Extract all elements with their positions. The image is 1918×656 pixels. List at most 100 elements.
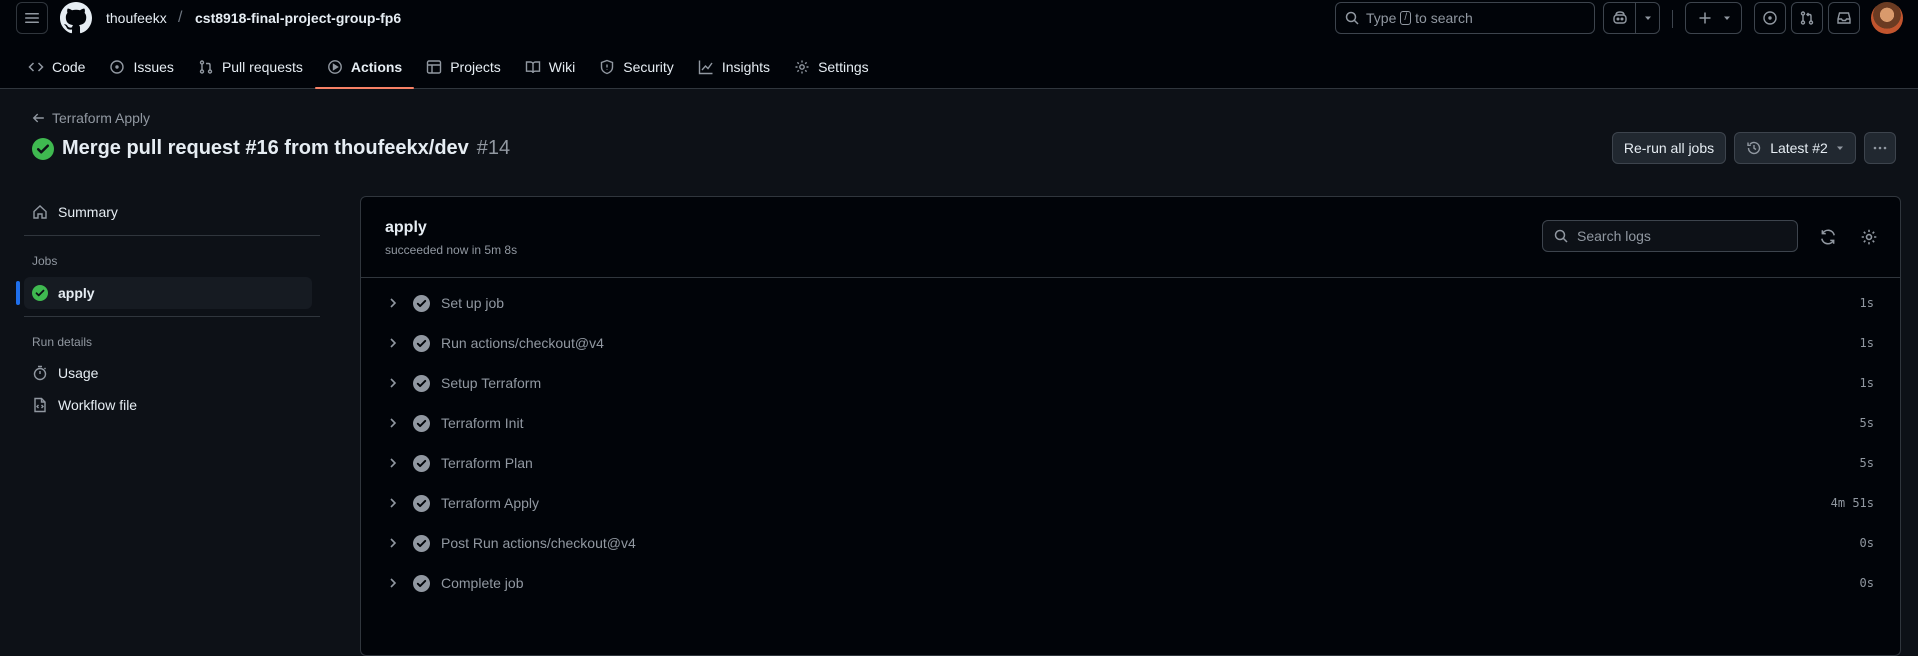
copilot-icon [1613,11,1627,24]
arrow-left-icon [32,113,44,123]
tab-projects[interactable]: Projects [414,49,513,85]
step-row[interactable]: Run actions/checkout@v4 1s [361,323,1900,363]
tab-insights[interactable]: Insights [686,49,782,85]
step-row[interactable]: Terraform Apply 4m 51s [361,483,1900,523]
more-options-button[interactable] [1864,132,1896,164]
run-number: #14 [476,137,511,159]
chevron-right-icon [390,578,397,588]
chevron-right-icon [390,538,397,548]
sidebar-item-job-apply[interactable]: apply [24,277,312,309]
menu-button[interactable] [16,2,48,34]
gear-icon[interactable] [1860,228,1878,246]
issues-button[interactable] [1754,2,1786,34]
code-icon [28,62,44,72]
step-duration: 0s [1859,576,1874,590]
search-shortcut-key: / [1400,11,1412,25]
header-top-row: thoufeekx / cst8918-final-project-group-… [0,0,1918,37]
step-row[interactable]: Terraform Plan 5s [361,443,1900,483]
search-icon [1554,229,1568,243]
sidebar-item-label: Summary [58,204,118,220]
gear-icon [795,60,809,74]
step-duration: 1s [1859,376,1874,390]
check-circle-fill-icon [32,285,48,301]
job-name: apply [385,219,427,236]
run-title-row: Merge pull request #16 from thoufeekx/de… [32,137,510,160]
step-name: Terraform Plan [441,455,533,471]
step-duration: 5s [1859,416,1874,430]
step-name: Setup Terraform [441,375,542,391]
copilot-button[interactable] [1604,3,1637,33]
pull-request-icon [1800,11,1814,25]
sidebar-item-label: apply [58,285,95,301]
book-icon [525,61,540,74]
check-circle-fill-icon [413,294,430,312]
owner-link[interactable]: thoufeekx [106,10,167,26]
pull-requests-button[interactable] [1791,2,1823,34]
tab-code[interactable]: Code [16,49,97,85]
step-row[interactable]: Setup Terraform 1s [361,363,1900,403]
selected-indicator [16,281,20,305]
tab-settings[interactable]: Settings [782,49,881,85]
check-circle-fill-icon [413,414,430,432]
inbox-button[interactable] [1828,2,1860,34]
page-title: Merge pull request #16 from thoufeekx/de… [62,137,469,159]
stopwatch-icon [33,365,47,381]
step-row[interactable]: Post Run actions/checkout@v4 0s [361,523,1900,563]
job-status: succeeded now in 5m 8s [385,243,518,257]
attempt-selector[interactable]: Latest #2 [1734,132,1856,164]
step-name: Terraform Init [441,415,524,431]
search-logs-input[interactable]: Search logs [1542,220,1798,252]
step-name: Set up job [441,295,505,311]
chevron-right-icon [390,418,397,428]
check-circle-fill-icon [413,534,430,552]
step-row[interactable]: Complete job 0s [361,563,1900,603]
copilot-button-group [1603,2,1660,34]
search-prefix: Type [1366,10,1397,26]
back-to-workflow-link[interactable]: Terraform Apply [32,110,150,126]
tab-issues[interactable]: Issues [97,49,185,85]
user-avatar[interactable] [1871,2,1903,34]
sidebar-item-summary[interactable]: Summary [24,196,312,228]
sidebar-heading-run-details: Run details [32,335,93,349]
sidebar-item-usage[interactable]: Usage [24,357,312,389]
repo-link[interactable]: cst8918-final-project-group-fp6 [195,10,401,26]
repo-tabs: Code Issues Pull requests Actions Projec… [16,49,881,89]
caret-down-icon [1836,146,1843,150]
step-duration: 1s [1859,296,1874,310]
global-search[interactable]: Type / to search [1335,2,1595,34]
step-row[interactable]: Terraform Init 5s [361,403,1900,443]
back-link-label: Terraform Apply [52,110,151,126]
tab-wiki[interactable]: Wiki [513,49,587,85]
step-name: Post Run actions/checkout@v4 [441,535,636,551]
inbox-icon [1837,12,1851,24]
path-separator: / [178,9,183,26]
sync-icon[interactable] [1819,228,1837,246]
home-icon [33,205,47,219]
sidebar-divider [24,235,320,236]
shield-icon [601,59,614,75]
table-icon [427,60,442,74]
step-name: Complete job [441,575,524,591]
github-logo-icon[interactable] [60,2,92,34]
issue-icon [110,60,125,74]
sidebar-item-workflow-file[interactable]: Workflow file [24,389,312,421]
tab-label: Issues [133,59,174,75]
chevron-right-icon [390,378,397,388]
check-circle-fill-icon [32,137,54,160]
step-duration: 0s [1859,536,1874,550]
tab-security[interactable]: Security [587,49,686,85]
check-circle-fill-icon [413,454,430,472]
tab-pull-requests[interactable]: Pull requests [186,49,315,85]
tab-actions[interactable]: Actions [314,49,415,89]
tab-label: Wiki [548,59,576,75]
global-header: thoufeekx / cst8918-final-project-group-… [0,0,1918,89]
caret-down-icon [1723,16,1730,20]
step-row[interactable]: Set up job 1s [361,283,1900,323]
hamburger-icon [25,13,39,23]
step-duration: 4m 51s [1830,496,1874,510]
tab-label: Code [52,59,86,75]
chevron-right-icon [390,458,397,468]
create-new-button[interactable] [1685,2,1742,34]
copilot-dropdown[interactable] [1636,3,1659,33]
rerun-all-jobs-button[interactable]: Re-run all jobs [1612,132,1726,164]
